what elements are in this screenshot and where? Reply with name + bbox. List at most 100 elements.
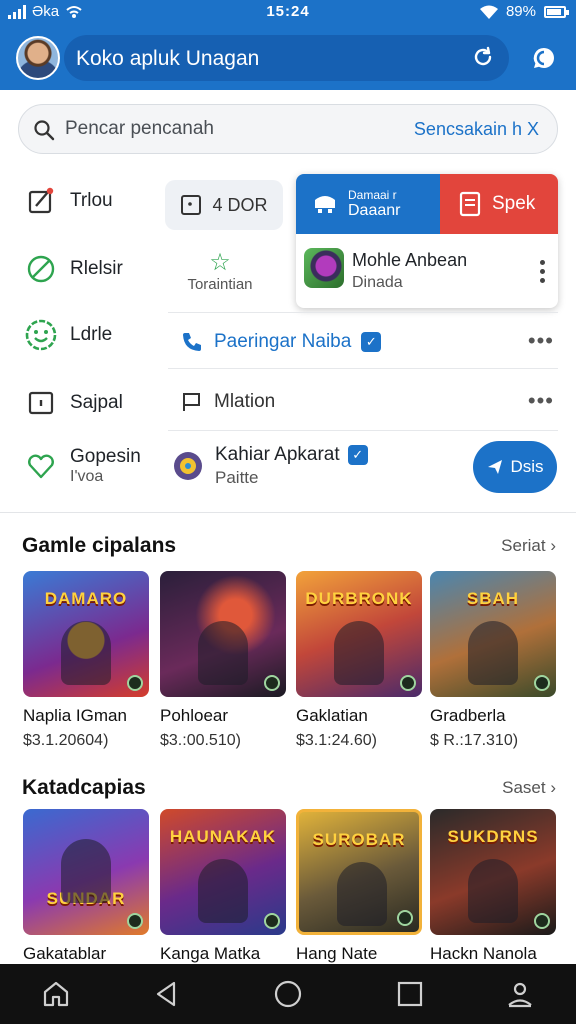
recents-icon[interactable] <box>394 978 426 1010</box>
game-tile[interactable]: SUKDRNS <box>430 809 556 935</box>
menu-label: Gopesin <box>70 446 141 467</box>
game-tile[interactable]: DURBRONK <box>296 571 422 697</box>
square-icon <box>24 386 58 420</box>
search-bar: Sencsakain h X <box>18 104 558 154</box>
back-icon[interactable] <box>150 978 182 1010</box>
refresh-icon[interactable] <box>471 45 495 69</box>
tile-name: Kanga Matka <box>160 944 261 963</box>
list-row-mlation[interactable]: Mlation <box>180 390 275 414</box>
game-tile[interactable]: SUROBAR <box>296 809 422 935</box>
tile-name: Hang Nate <box>296 944 378 963</box>
system-nav-bar <box>0 964 576 1024</box>
chat-icon[interactable] <box>530 44 558 72</box>
menu-item-trlou[interactable]: Trlou <box>24 184 113 218</box>
menu-label: Trlou <box>70 190 113 211</box>
tile-badge-icon <box>534 675 550 691</box>
kahiar-title-row: Kahiar Apkarat ✓ <box>215 444 368 466</box>
fab-label: Dsis <box>510 457 544 476</box>
row-label: Paeringar Naiba <box>214 331 352 352</box>
block-icon <box>24 252 58 286</box>
circle-home-icon[interactable] <box>272 978 304 1010</box>
game-controller-icon[interactable] <box>170 448 206 484</box>
tile-name: Hackn Nanola <box>430 944 537 963</box>
tile-name: Naplia IGman <box>23 706 127 725</box>
star-shortcut[interactable]: ☆ Toraintian <box>175 249 265 294</box>
section-more-link[interactable]: Saset › <box>502 778 556 798</box>
chip-4dor[interactable]: 4 DOR <box>165 180 283 230</box>
tile-price: $3.1:24.60) <box>296 732 377 749</box>
tile-figure <box>61 839 111 903</box>
game-tile[interactable] <box>160 571 286 697</box>
popup-red-button[interactable]: Spek <box>440 174 558 234</box>
tile-badge-icon <box>397 910 413 926</box>
document-icon <box>459 191 481 217</box>
avatar[interactable] <box>16 36 60 80</box>
menu-item-sajpal[interactable]: Sajpal <box>24 386 123 420</box>
status-right: 89% <box>479 3 569 20</box>
verified-badge-icon: ✓ <box>347 445 368 465</box>
menu-label: Sajpal <box>70 392 123 413</box>
menu-label: Rlelsir <box>70 258 123 279</box>
tile-badge-icon <box>534 913 550 929</box>
more-options-icon[interactable]: ••• <box>528 328 554 354</box>
search-input[interactable] <box>65 114 395 144</box>
menu-item-gopesin[interactable]: Gopesin I'voa <box>24 446 141 486</box>
heart-icon <box>24 449 58 483</box>
game-tile[interactable]: SBAH <box>430 571 556 697</box>
app-title: Koko apluk Unagan <box>76 47 260 70</box>
tile-price: $3.:00.510) <box>160 732 241 749</box>
more-options-icon[interactable]: ••• <box>528 388 554 414</box>
popup-blue-button[interactable]: Damaai r Daaanr <box>296 174 440 234</box>
wifi-icon <box>479 5 498 19</box>
tile-badge-icon <box>400 675 416 691</box>
kahiar-title: Kahiar Apkarat <box>215 444 340 465</box>
divider <box>168 368 558 369</box>
chevron-right-icon: › <box>550 536 556 555</box>
app-thumbnail-icon[interactable] <box>304 248 344 288</box>
star-label: Toraintian <box>187 276 253 293</box>
section-divider <box>0 512 576 513</box>
battery-percent: 89% <box>505 3 536 20</box>
fab-button[interactable]: Dsis <box>473 441 557 493</box>
popup-blue-main: Daaanr <box>348 202 401 219</box>
tile-text: SUROBAR <box>312 830 406 849</box>
scan-icon <box>181 195 202 215</box>
game-tile[interactable]: SUNDAR <box>23 809 149 935</box>
divider <box>168 430 558 431</box>
home-icon[interactable] <box>40 978 72 1010</box>
menu-label: Ldrle <box>70 324 113 345</box>
tile-badge-icon <box>127 675 143 691</box>
phone-icon <box>183 333 201 351</box>
tile-badge-icon <box>264 913 280 929</box>
search-icon[interactable] <box>33 119 55 141</box>
battery-icon <box>544 5 569 18</box>
title-pill[interactable]: Koko apluk Unagan <box>64 35 509 81</box>
tile-figure <box>468 859 518 923</box>
kebab-menu-icon[interactable] <box>540 260 546 287</box>
popup-blue-text: Damaai r Daaanr <box>348 188 400 220</box>
section-title: Gamle cipalans <box>22 534 177 557</box>
popup-card: Damaai r Daaanr Spek Mohle Anbean Dinada <box>296 174 558 308</box>
search-action-link[interactable]: Sencsakain h X <box>414 119 539 140</box>
tile-name: Pohloear <box>160 706 229 725</box>
tile-price: $3.1.20604) <box>23 732 109 749</box>
menu-item-rlelsir[interactable]: Rlelsir <box>24 252 123 286</box>
list-row-paeringar[interactable]: Paeringar Naiba ✓ <box>180 330 382 354</box>
tile-name: Gakatablar <box>23 944 107 963</box>
game-tile[interactable]: HAUNAKAK <box>160 809 286 935</box>
tile-text: SBAH <box>466 589 520 608</box>
tile-figure <box>334 621 384 685</box>
game-tile[interactable]: DAMARO <box>23 571 149 697</box>
section-more-link[interactable]: Seriat › <box>501 536 556 556</box>
person-icon[interactable] <box>504 978 536 1010</box>
tile-badge-icon <box>264 675 280 691</box>
menu-item-ldrle[interactable]: Ldrle <box>24 318 112 352</box>
tile-figure <box>198 621 248 685</box>
tile-figure <box>337 862 387 926</box>
tile-text: DAMARO <box>44 589 128 608</box>
star-icon: ☆ <box>209 249 231 276</box>
tile-figure <box>198 859 248 923</box>
flag-icon <box>183 393 200 411</box>
tile-name: Gaklatian <box>296 706 368 725</box>
smile-icon <box>24 318 58 352</box>
